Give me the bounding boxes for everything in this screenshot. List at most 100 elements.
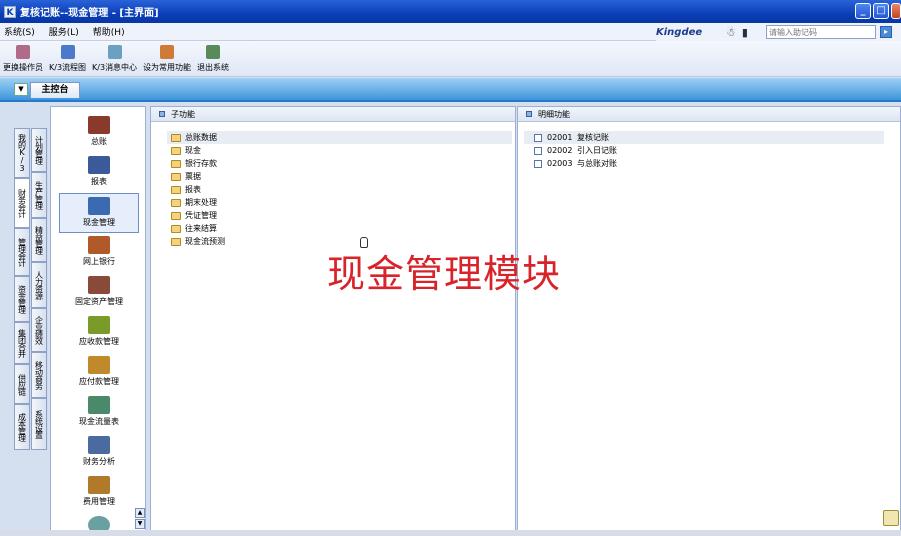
tree-item-label: 现金流预测: [185, 237, 225, 246]
tree-item[interactable]: 银行存款: [171, 157, 512, 170]
module-cash-flow-statement[interactable]: 现金流量表: [59, 393, 139, 433]
kingdee-logo: Kingdee: [656, 26, 703, 38]
detail-item[interactable]: 02001 复核记账: [524, 131, 884, 144]
nav-fund-management[interactable]: 资金管理: [14, 276, 30, 322]
minimize-button[interactable]: _: [855, 3, 871, 19]
tree-item[interactable]: 期末处理: [171, 196, 512, 209]
folder-icon: [171, 185, 181, 194]
maximize-button[interactable]: □: [873, 3, 889, 19]
module-fixed-assets[interactable]: 固定资产管理: [59, 273, 139, 313]
folder-icon: [171, 146, 181, 155]
favorite-icon: [160, 45, 175, 59]
folder-icon: [171, 198, 181, 207]
tree-item[interactable]: 往来结算: [171, 222, 512, 235]
detail-item[interactable]: 02002 引入日记账: [524, 144, 884, 157]
nav-performance[interactable]: 企业绩效: [31, 308, 47, 352]
module-label: 总账: [91, 137, 107, 146]
tree-root[interactable]: 总账数据: [167, 131, 512, 144]
toolbar-label: K/3消息中心: [92, 63, 138, 72]
report-icon: [88, 156, 110, 174]
tree-item[interactable]: 报表: [171, 183, 512, 196]
module-financial-analysis[interactable]: 财务分析: [59, 433, 139, 473]
module-label: 应收款管理: [79, 337, 119, 346]
exit-system-button[interactable]: 退出系统: [197, 45, 229, 73]
module-receivables[interactable]: 应收款管理: [59, 313, 139, 353]
tree-item[interactable]: 现金: [171, 144, 512, 157]
tree-item[interactable]: 凭证管理: [171, 209, 512, 222]
nav-system-settings[interactable]: 系统设置: [31, 398, 47, 450]
document-icon: [534, 133, 542, 142]
tree-item[interactable]: 票据: [171, 170, 512, 183]
nav-financial-accounting[interactable]: 财务会计: [14, 178, 30, 228]
folder-icon: [171, 159, 181, 168]
search-go-icon[interactable]: ▸: [880, 26, 892, 38]
brand-area: Kingdee ☃ ▮ ▸: [656, 23, 901, 41]
module-scroll-up-button[interactable]: ▲: [135, 508, 145, 518]
nav-production[interactable]: 生产管理: [31, 172, 47, 218]
module-label: 固定资产管理: [75, 297, 123, 306]
tab-dropdown-icon[interactable]: ▼: [14, 83, 28, 96]
folder-icon: [171, 237, 181, 246]
cash-icon: [88, 197, 110, 215]
nav-supply-chain[interactable]: 供应链: [14, 364, 30, 404]
nav-mobile-commerce[interactable]: 移动商务: [31, 352, 47, 398]
bank-icon: [88, 236, 110, 254]
message-center-button[interactable]: K/3消息中心: [92, 45, 137, 73]
tab-bar: ▼ 主控台: [0, 78, 901, 102]
window-title: 复核记账--现金管理 - [主界面]: [20, 8, 159, 19]
module-scroll-down-button[interactable]: ▼: [135, 519, 145, 529]
module-expense-management[interactable]: 费用管理: [59, 473, 139, 513]
detail-function-title: 明细功能: [538, 109, 570, 119]
tree-item-label: 现金: [185, 146, 201, 155]
switch-operator-button[interactable]: 更换操作员: [3, 45, 43, 73]
module-more[interactable]: [59, 513, 139, 530]
module-cash-management[interactable]: 现金管理: [59, 193, 139, 233]
detail-label: 与总账对账: [577, 159, 617, 168]
folder-icon: [171, 133, 181, 142]
module-label: 现金管理: [83, 218, 115, 227]
nav-hr[interactable]: 人力资源: [31, 262, 47, 308]
detail-code: 02002: [547, 146, 573, 155]
menu-help[interactable]: 帮助(H): [93, 25, 125, 38]
tree-item-label: 报表: [185, 185, 201, 194]
document-icon: [534, 146, 542, 155]
message-icon: [107, 45, 122, 59]
set-favorite-button[interactable]: 设为常用功能: [143, 45, 191, 73]
module-label: 现金流量表: [79, 417, 119, 426]
close-button[interactable]: [891, 3, 901, 19]
module-payables[interactable]: 应付款管理: [59, 353, 139, 393]
people-icon[interactable]: ☃: [726, 26, 736, 39]
money-bag-icon: [88, 316, 110, 334]
flowchart-icon: [60, 45, 75, 59]
menu-service[interactable]: 服务(L): [49, 25, 79, 38]
nav-cost-management[interactable]: 成本管理: [14, 404, 30, 450]
detail-item[interactable]: 02003 与总账对账: [524, 157, 884, 170]
nav-planning[interactable]: 计划管理: [31, 128, 47, 172]
module-reports[interactable]: 报表: [59, 153, 139, 193]
menu-system[interactable]: 系统(S): [4, 25, 35, 38]
panel-header-icon: [526, 111, 532, 117]
mnemonic-search-input[interactable]: [766, 25, 876, 39]
module-general-ledger[interactable]: 总账: [59, 113, 139, 153]
hand-cursor-icon: [360, 237, 368, 248]
nav-management-accounting[interactable]: 管理会计: [14, 228, 30, 276]
nav-lean[interactable]: 精益管理: [31, 218, 47, 262]
printer-icon[interactable]: [883, 510, 899, 526]
tab-main-console[interactable]: 主控台: [30, 82, 80, 98]
flowchart-button[interactable]: K/3流程图: [49, 45, 86, 73]
detail-code: 02001: [547, 133, 573, 142]
module-online-banking[interactable]: 网上银行: [59, 233, 139, 273]
module-list: 总账 报表 现金管理 网上银行 固定资产管理 应收款管理 应付款管理 现金流量表…: [50, 106, 146, 531]
folder-icon: [171, 224, 181, 233]
nav-my-k3[interactable]: 我的K/3: [14, 128, 30, 178]
exit-icon: [206, 45, 221, 59]
tree-item-label: 票据: [185, 172, 201, 181]
nav-group-consolidation[interactable]: 集团合并: [14, 322, 30, 364]
tree-item-label: 银行存款: [185, 159, 217, 168]
detail-list: 02001 复核记账 02002 引入日记账 02003 与总账对账: [524, 131, 884, 170]
overlay-caption: 现金管理模块: [327, 252, 562, 296]
expense-icon: [88, 476, 110, 494]
phone-icon[interactable]: ▮: [742, 26, 748, 39]
payment-icon: [88, 356, 110, 374]
toolbar-label: 退出系统: [197, 63, 230, 72]
